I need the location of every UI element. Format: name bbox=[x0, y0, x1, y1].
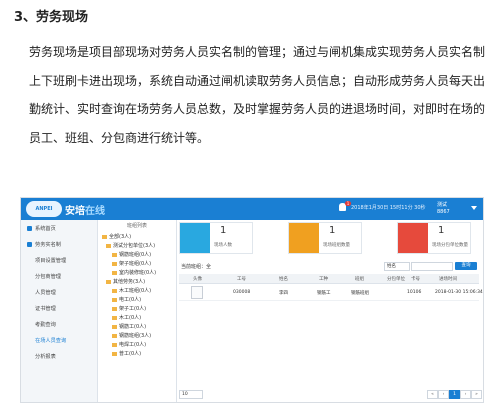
folder-icon bbox=[112, 342, 117, 347]
pagination: 10 « ‹ 1 › » bbox=[179, 390, 482, 399]
stat-card-people: 1 现场人数 bbox=[179, 222, 253, 254]
tree-item[interactable]: 架子班组(0人) bbox=[112, 260, 151, 267]
cell-card: 10106 bbox=[407, 290, 422, 295]
user-name: 测试 bbox=[437, 202, 448, 208]
datetime-text: 2018年1月30日 15时11分 30秒 bbox=[351, 205, 426, 211]
stat-label: 现场班组数量 bbox=[323, 243, 350, 248]
cell-trade: 钢筋工 bbox=[317, 291, 331, 296]
sidebar-item-attendance[interactable]: 考勤查询 bbox=[35, 321, 56, 328]
cell-name: 李四 bbox=[279, 291, 288, 296]
building-icon bbox=[398, 223, 428, 253]
column-header: 进场时间 bbox=[439, 277, 457, 282]
page-button[interactable]: 1 bbox=[449, 390, 460, 399]
first-page-button[interactable]: « bbox=[427, 390, 438, 399]
stat-value: 1 bbox=[220, 225, 227, 236]
folder-icon bbox=[112, 306, 117, 311]
search-field-select[interactable]: 姓名 bbox=[384, 262, 410, 271]
folder-icon bbox=[106, 243, 111, 248]
current-team-label: 当前班组：全 bbox=[181, 264, 212, 270]
page-size-select[interactable]: 10 bbox=[179, 390, 203, 399]
column-header: 班组 bbox=[355, 277, 364, 282]
tree-item[interactable]: 钢筋班组(3人) bbox=[112, 332, 151, 339]
tree-item[interactable]: 电工(0人) bbox=[112, 296, 141, 303]
stat-value: 1 bbox=[438, 225, 445, 236]
cell-team: 钢筋班组 bbox=[351, 291, 369, 296]
users-icon bbox=[27, 242, 32, 247]
team-icon bbox=[289, 223, 319, 253]
tree-item[interactable]: 架子工(0人) bbox=[112, 305, 146, 312]
stat-value: 1 bbox=[329, 225, 336, 236]
sidebar-item-subcontractor[interactable]: 分包商管理 bbox=[35, 273, 61, 280]
cell-id: 030008 bbox=[233, 290, 251, 295]
chevron-down-icon[interactable] bbox=[471, 206, 477, 210]
folder-icon bbox=[112, 270, 117, 275]
team-tree-panel: 班组列表 全部(3人) 测试分包单位(3人) 钢筋班组(0人) 架子班组(0人)… bbox=[98, 220, 177, 402]
table-row[interactable]: 030008 李四 钢筋工 钢筋班组 10106 2018-01-30 15:0… bbox=[179, 284, 483, 301]
prev-page-button[interactable]: ‹ bbox=[438, 390, 449, 399]
tree-item[interactable]: 电焊工(0人) bbox=[112, 341, 146, 348]
sidebar-item-project[interactable]: 项目设置管理 bbox=[35, 257, 66, 264]
tree-item[interactable]: 全部(3人) bbox=[102, 233, 131, 240]
folder-icon bbox=[112, 252, 117, 257]
avatar bbox=[191, 286, 203, 299]
folder-icon bbox=[112, 288, 117, 293]
tree-item[interactable]: 木工班组(0人) bbox=[112, 287, 151, 294]
folder-icon bbox=[112, 315, 117, 320]
folder-icon bbox=[112, 351, 117, 356]
column-header: 卡号 bbox=[411, 277, 420, 282]
tree-item[interactable]: 木工(0人) bbox=[112, 314, 141, 321]
sidebar: 系统首页 劳务实名制 项目设置管理 分包商管理 人员管理 证书管理 考勤查询 在… bbox=[21, 220, 98, 402]
search-button[interactable]: 查询 bbox=[455, 262, 477, 270]
section-heading: 3、劳务现场 bbox=[14, 10, 89, 25]
stats-row: 1 现场人数 1 现场班组数量 1 现场分包单位数量 bbox=[179, 222, 479, 258]
tree-item[interactable]: 钢筋工(0人) bbox=[112, 323, 146, 330]
tree-item[interactable]: 普工(0人) bbox=[112, 350, 141, 357]
filter-bar: 当前班组：全 姓名 查询 bbox=[179, 262, 479, 271]
stat-card-subcontractors: 1 现场分包单位数量 bbox=[397, 222, 471, 254]
stat-card-teams: 1 现场班组数量 bbox=[288, 222, 362, 254]
folder-icon bbox=[112, 261, 117, 266]
tree-item[interactable]: 测试分包单位(3人) bbox=[106, 242, 155, 249]
folder-icon bbox=[106, 279, 111, 284]
user-info[interactable]: 测试 8867 bbox=[437, 202, 450, 216]
sidebar-item-home[interactable]: 系统首页 bbox=[27, 225, 56, 232]
home-icon bbox=[27, 226, 32, 231]
column-header: 姓名 bbox=[279, 277, 288, 282]
user-id: 8867 bbox=[437, 209, 450, 215]
logo-cloud-icon: ANPEI bbox=[26, 201, 62, 217]
search-input[interactable] bbox=[411, 262, 453, 271]
brand-title: 安培在线 bbox=[65, 206, 105, 217]
folder-icon bbox=[102, 234, 107, 239]
folder-icon bbox=[112, 324, 117, 329]
sidebar-item-personnel[interactable]: 人员管理 bbox=[35, 289, 56, 296]
top-bar: ANPEI 安培在线 1 2018年1月30日 15时11分 30秒 测试 88… bbox=[21, 198, 483, 220]
tree-title: 班组列表 bbox=[126, 223, 147, 229]
folder-icon bbox=[112, 297, 117, 302]
tree-item[interactable]: 室内装修班(0人) bbox=[112, 269, 156, 276]
section-paragraph: 劳务现场是项目部现场对劳务人员实名制的管理；通过与闸机集成实现劳务人员实名制上下… bbox=[29, 45, 486, 145]
folder-icon bbox=[112, 333, 117, 338]
person-icon bbox=[180, 223, 210, 253]
table-header: 头像 工号 姓名 工种 班组 分包单位 卡号 进场时间 bbox=[179, 274, 479, 284]
stat-label: 现场分包单位数量 bbox=[432, 243, 468, 248]
next-page-button[interactable]: › bbox=[460, 390, 471, 399]
stat-label: 现场人数 bbox=[214, 243, 232, 248]
cell-entry-time: 2018-01-30 15:06:34 bbox=[435, 290, 483, 295]
sidebar-item-certificate[interactable]: 证书管理 bbox=[35, 305, 56, 312]
column-header: 分包单位 bbox=[387, 277, 405, 282]
last-page-button[interactable]: » bbox=[471, 390, 482, 399]
column-header: 工种 bbox=[319, 277, 328, 282]
column-header: 工号 bbox=[237, 277, 246, 282]
sidebar-item-onsite[interactable]: 在场人员查询 bbox=[35, 337, 66, 344]
tree-item[interactable]: 钢筋班组(0人) bbox=[112, 251, 151, 258]
tree-item[interactable]: 其他劳务(3人) bbox=[106, 278, 145, 285]
sidebar-item-reports[interactable]: 分析报表 bbox=[35, 353, 56, 360]
system-screenshot: ANPEI 安培在线 1 2018年1月30日 15时11分 30秒 测试 88… bbox=[20, 197, 484, 403]
column-header: 头像 bbox=[193, 277, 202, 282]
sidebar-item-labor[interactable]: 劳务实名制 bbox=[27, 241, 61, 248]
